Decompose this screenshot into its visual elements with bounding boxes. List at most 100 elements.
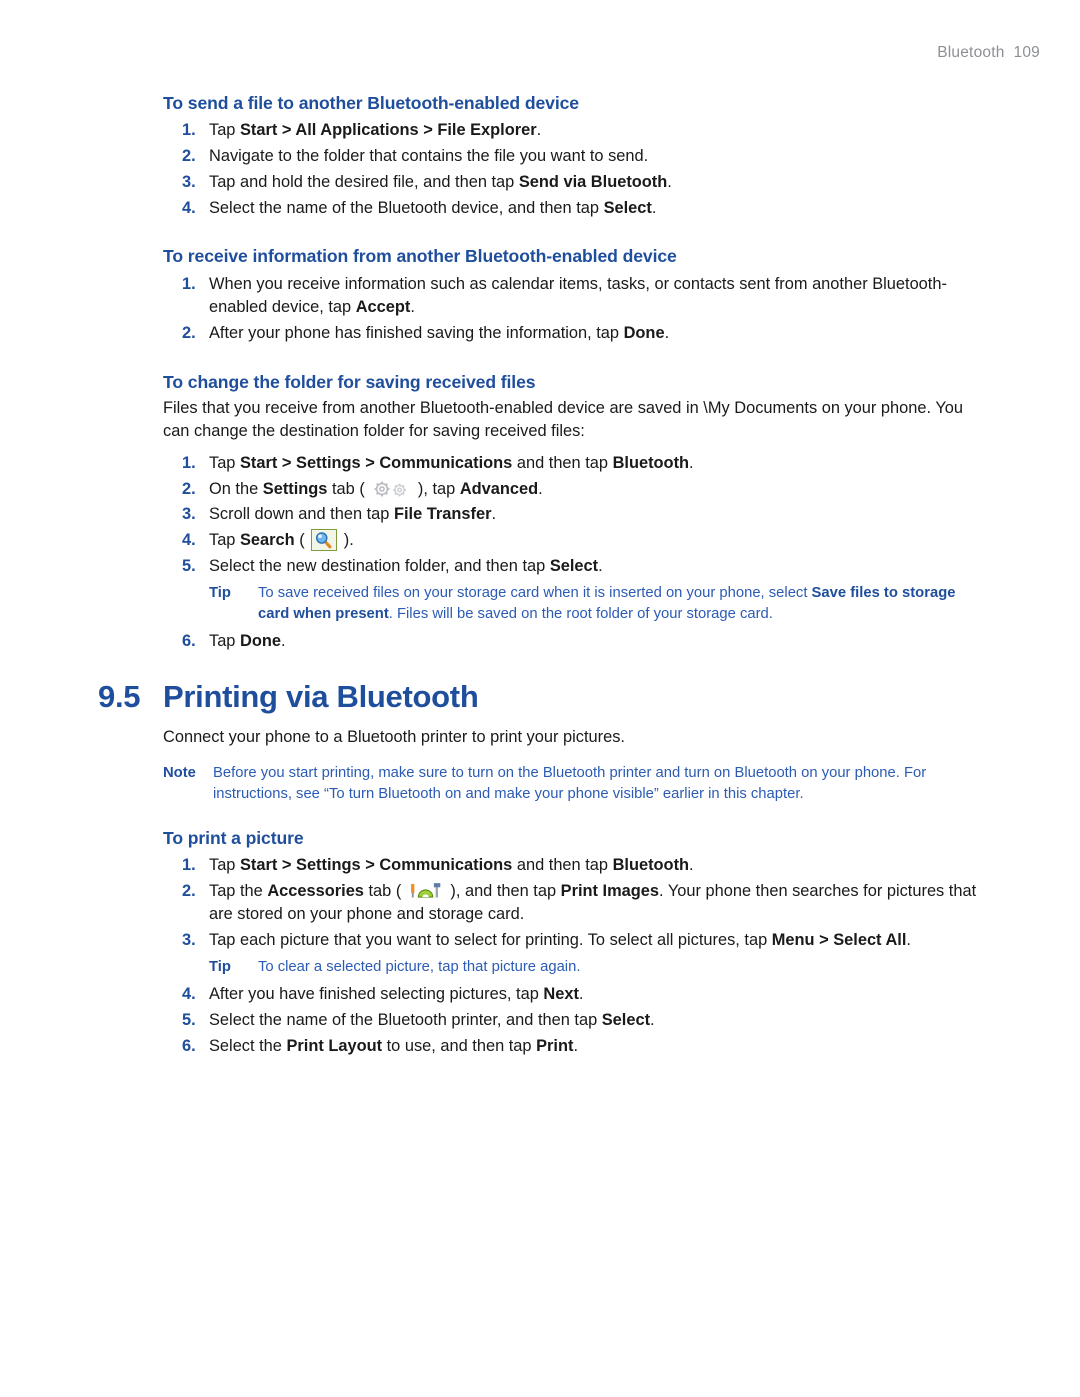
step-text: After you have finished selecting pictur…	[209, 985, 584, 1004]
steps-print-picture: 1. Tap Start > Settings > Communications …	[163, 854, 985, 1058]
emphasis-text: Print	[536, 1036, 574, 1055]
step-number: 4.	[182, 198, 196, 217]
step-item: 4. After you have finished selecting pict…	[163, 983, 985, 1007]
step-text: Tap Start > Settings > Communications an…	[209, 855, 694, 874]
section-heading-printing: 9.5 Printing via Bluetooth	[98, 679, 985, 715]
emphasis-text: Menu > Select All	[771, 931, 907, 950]
step-number: 1.	[182, 121, 196, 140]
emphasis-text: Accessories	[267, 881, 364, 900]
emphasis-text: Accept	[355, 298, 411, 317]
step-item: 1. When you receive information such as c…	[163, 273, 985, 321]
step-text: Select the Print Layout to use, and then…	[209, 1036, 578, 1055]
emphasis-text: Print Images	[560, 881, 660, 900]
emphasis-text: Next	[543, 985, 579, 1004]
accessories-icon	[408, 880, 444, 902]
tip-block: Tip To save received files on your storag…	[163, 583, 985, 625]
step-number: 2.	[182, 881, 196, 900]
emphasis-text: Start > Settings > Communications	[239, 855, 513, 874]
step-number: 3.	[182, 172, 196, 191]
emphasis-text: Bluetooth	[612, 855, 690, 874]
step-text: Tap the Accessories tab ( ), and then ta…	[209, 880, 977, 924]
step-item: 3. Tap each picture that you want to sele…	[163, 929, 985, 953]
tip-body: To clear a selected picture, tap that pi…	[258, 959, 581, 976]
step-item: 3. Scroll down and then tap File Transfer…	[163, 503, 985, 527]
emphasis-text: Settings	[262, 479, 328, 498]
step-text: Tap and hold the desired file, and then …	[209, 172, 672, 191]
page-content: To send a file to another Bluetooth-enab…	[98, 92, 985, 1060]
tip-label: Tip	[209, 584, 231, 601]
step-number: 1.	[182, 274, 196, 293]
tip-label: Tip	[209, 959, 231, 976]
intro-change-folder: Files that you receive from another Blue…	[163, 399, 963, 441]
step-text: When you receive information such as cal…	[209, 274, 947, 317]
step-item: 3. Tap and hold the desired file, and the…	[163, 171, 985, 195]
step-number: 4.	[182, 531, 196, 550]
step-item: 1. Tap Start > All Applications > File Ex…	[163, 119, 985, 143]
step-text: Select the name of the Bluetooth device,…	[209, 198, 657, 217]
tip-block: Tip To clear a selected picture, tap that…	[163, 957, 985, 978]
gears-icon	[371, 479, 411, 499]
step-item: 5. Select the new destination folder, and…	[163, 555, 985, 579]
emphasis-text: Select	[603, 198, 652, 217]
step-number: 1.	[182, 855, 196, 874]
step-item: 1. Tap Start > Settings > Communications …	[163, 854, 985, 878]
step-item: 4. Tap Search ( ).	[163, 529, 985, 553]
step-number: 2.	[182, 479, 196, 498]
emphasis-text: Bluetooth	[612, 453, 690, 472]
step-number: 6.	[182, 1036, 196, 1055]
step-item: 6. Tap Done.	[163, 630, 985, 654]
emphasis-text: Done	[239, 631, 281, 650]
tip-body: To save received files on your storage c…	[258, 584, 956, 622]
note-label: Note	[163, 764, 196, 781]
heading-change-folder: To change the folder for saving received…	[163, 371, 536, 392]
step-number: 5.	[182, 556, 196, 575]
step-item: 4. Select the name of the Bluetooth devic…	[163, 197, 985, 221]
emphasis-text: Print Layout	[286, 1036, 383, 1055]
steps-change-folder: 1. Tap Start > Settings > Communications …	[163, 452, 985, 654]
section-number: 9.5	[98, 679, 141, 715]
emphasis-text: Select	[601, 1010, 651, 1029]
step-number: 4.	[182, 985, 196, 1004]
emphasis-text: Select	[549, 556, 599, 575]
step-text: Tap Start > All Applications > File Expl…	[209, 121, 542, 140]
note-body: Before you start printing, make sure to …	[213, 764, 927, 802]
page-header: Bluetooth 109	[937, 44, 1040, 62]
step-number: 3.	[182, 931, 196, 950]
steps-receive-info: 1. When you receive information such as c…	[163, 273, 985, 346]
heading-receive-info: To receive information from another Blue…	[163, 246, 677, 267]
emphasis-text: Save files to storage card when present	[258, 584, 956, 622]
step-text: Select the new destination folder, and t…	[209, 556, 603, 575]
emphasis-text: Start > All Applications > File Explorer	[239, 121, 537, 140]
step-text: Scroll down and then tap File Transfer.	[209, 505, 497, 524]
section-title: Printing via Bluetooth	[163, 679, 479, 715]
step-item: 2. On the Settings tab (), tap Advanced…	[163, 478, 985, 502]
step-number: 3.	[182, 505, 196, 524]
step-number: 2.	[182, 324, 196, 343]
step-text: Tap Search ( ).	[209, 529, 354, 552]
steps-send-file: 1. Tap Start > All Applications > File Ex…	[163, 119, 985, 220]
emphasis-text: Done	[623, 324, 665, 343]
step-text: Select the name of the Bluetooth printer…	[209, 1010, 655, 1029]
page-number: 109	[1013, 44, 1040, 61]
note-block-printing: Note Before you start printing, make sur…	[163, 763, 985, 805]
step-text: Tap Done.	[209, 631, 286, 650]
heading-send-file: To send a file to another Bluetooth-enab…	[163, 93, 579, 113]
step-item: 1. Tap Start > Settings > Communications …	[163, 452, 985, 476]
step-text: On the Settings tab (), tap Advanced.	[209, 479, 543, 499]
search-icon	[311, 529, 338, 552]
step-item: 2. After your phone has finished saving t…	[163, 322, 985, 346]
step-item: 6. Select the Print Layout to use, and th…	[163, 1035, 985, 1059]
intro-printing: Connect your phone to a Bluetooth printe…	[163, 728, 625, 747]
emphasis-text: Start > Settings > Communications	[239, 453, 513, 472]
page-header-chapter: Bluetooth	[937, 44, 1005, 61]
emphasis-text: Advanced	[459, 479, 539, 498]
step-text: Tap Start > Settings > Communications an…	[209, 453, 694, 472]
step-item: 5. Select the name of the Bluetooth print…	[163, 1009, 985, 1033]
